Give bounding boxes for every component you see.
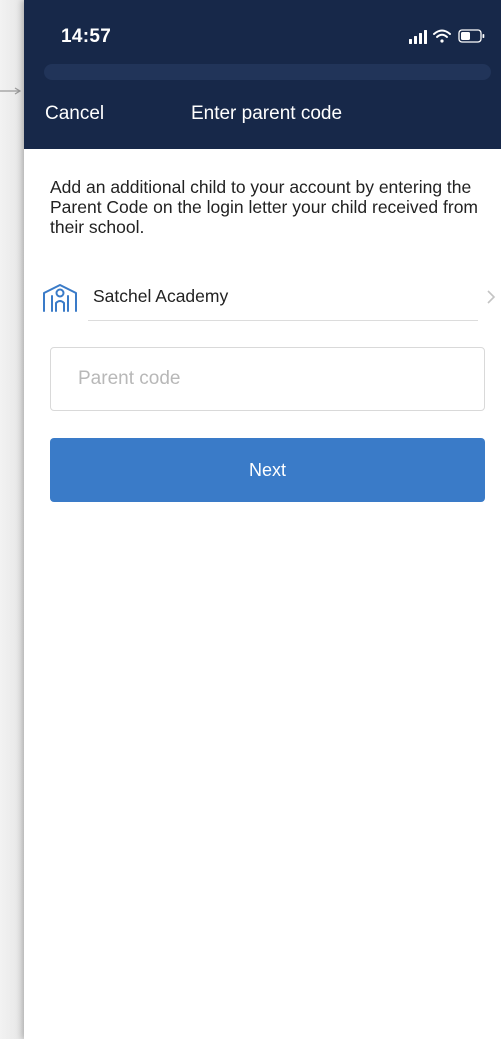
page-title: Enter parent code <box>190 103 343 124</box>
battery-icon <box>458 29 485 43</box>
url-bar <box>44 64 491 80</box>
status-icons <box>409 29 485 44</box>
school-name: Satchel Academy <box>93 286 229 306</box>
divider <box>88 320 478 321</box>
parent-code-input[interactable] <box>50 347 485 411</box>
signal-icon <box>409 30 427 44</box>
school-selector-row[interactable]: Satchel Academy <box>42 280 496 320</box>
arrow-right-icon <box>0 87 22 95</box>
intro-text: Add an additional child to your account … <box>50 177 479 237</box>
school-building-icon <box>43 284 77 312</box>
header: 14:57 Cancel Enter parent code <box>24 0 501 149</box>
status-time: 14:57 <box>61 26 112 47</box>
next-button[interactable]: Next <box>50 438 485 502</box>
chevron-right-icon <box>487 290 496 304</box>
phone-screen: 14:57 Cancel Enter parent code Add an ad… <box>24 0 501 1039</box>
background-strip <box>0 0 24 1039</box>
wifi-icon <box>433 29 451 43</box>
